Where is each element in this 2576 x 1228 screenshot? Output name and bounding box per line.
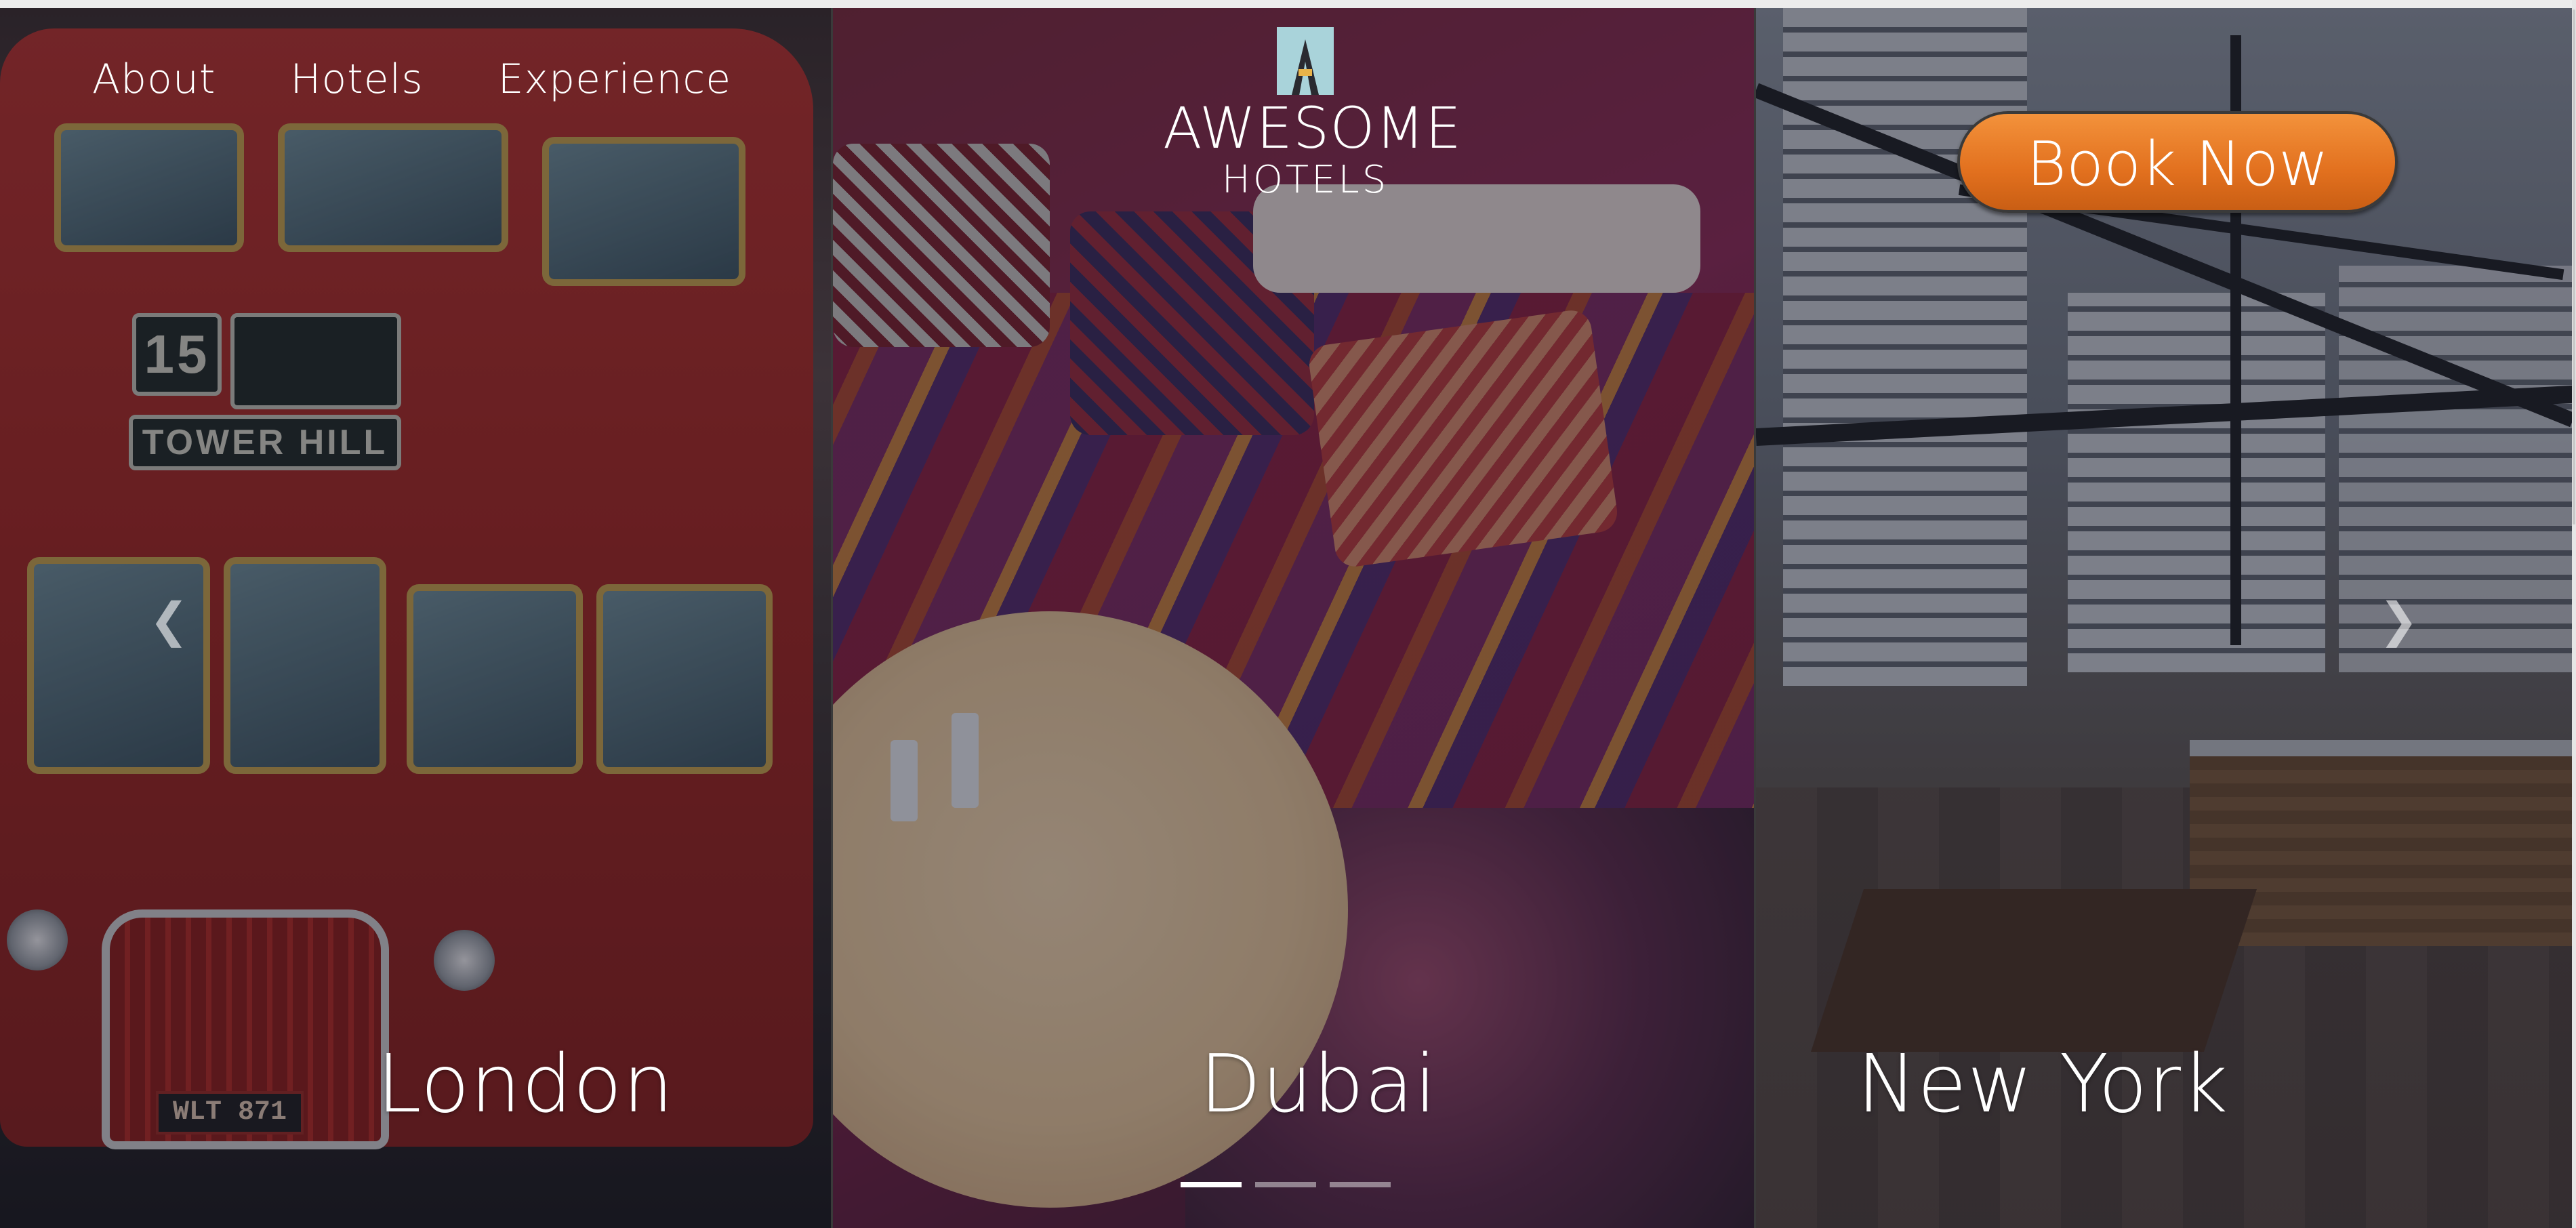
logo-mark-icon xyxy=(1277,27,1334,95)
logo-title: AWESOME xyxy=(1163,95,1462,161)
browser-top-edge xyxy=(0,0,2576,8)
carousel-indicator-2[interactable] xyxy=(1255,1182,1316,1187)
city-label-london[interactable]: London xyxy=(377,1037,674,1130)
nav-link-hotels[interactable]: Hotels xyxy=(290,56,423,103)
city-label-new-york[interactable]: New York xyxy=(1857,1037,2228,1130)
scrollbar-thumb[interactable] xyxy=(2573,9,2575,525)
main-nav: About Hotels Experience xyxy=(92,56,731,103)
city-label-dubai[interactable]: Dubai xyxy=(1200,1037,1437,1130)
book-now-button[interactable]: Book Now xyxy=(1957,111,2398,213)
carousel-indicators xyxy=(1181,1182,1391,1187)
nav-link-about[interactable]: About xyxy=(92,56,216,103)
page: 15 TOWER HILL WLT 871 ❮ ❯ About Hotels E… xyxy=(0,0,2576,1228)
chevron-left-icon[interactable]: ❮ xyxy=(149,596,189,644)
carousel-indicator-3[interactable] xyxy=(1330,1182,1391,1187)
nav-link-experience[interactable]: Experience xyxy=(498,56,732,103)
logo-subtitle: HOTELS xyxy=(1221,158,1389,202)
scrollbar[interactable] xyxy=(2572,0,2576,1228)
chevron-right-icon[interactable]: ❯ xyxy=(2379,596,2419,644)
carousel-indicator-1[interactable] xyxy=(1181,1182,1242,1187)
brand-logo[interactable]: AWESOME HOTELS xyxy=(1163,27,1462,202)
